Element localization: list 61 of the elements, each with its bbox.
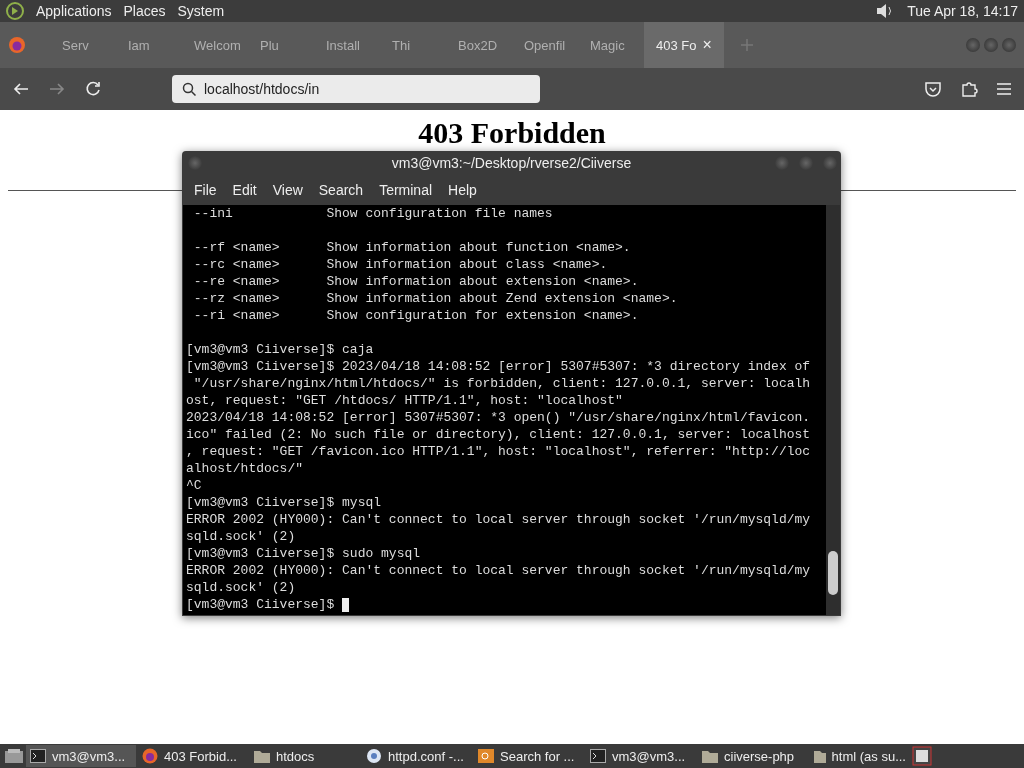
terminal-line: ERROR 2002 (HY000): Can't connect to local server through socket '/run/mysqld/my [186, 511, 811, 528]
menu-item[interactable]: Edit [224, 182, 265, 198]
terminal-line: ^C [186, 477, 202, 494]
taskbar-item[interactable]: 403 Forbid... [138, 745, 248, 767]
terminal-line: sqld.sock' (2) [186, 528, 296, 545]
terminal-line: ico" failed (2: No such file or directory), client: 127.0.0.1, server: localhost [186, 426, 811, 443]
terminal-icon [30, 749, 46, 763]
panel-menu[interactable]: Applications [36, 3, 112, 19]
terminal-line: sqld.sock' (2) [186, 579, 296, 596]
terminal-line: --rz <name> Show information about Zend extension <name>. [192, 290, 678, 307]
terminal-line: , request: "GET /favicon.ico HTTP/1.1", host: "localhost", referrer: "http://loc [186, 443, 811, 460]
prompt-text: [vm3@vm3 Ciiverse]$ [186, 596, 336, 613]
terminal-icon [590, 749, 606, 763]
terminal-line: --ri <name> Show configuration for extension <name>. [192, 307, 639, 324]
workspace-icon[interactable] [912, 746, 932, 766]
folder-icon [702, 749, 718, 763]
close-icon[interactable]: × [702, 36, 712, 54]
desktop-icon[interactable] [4, 748, 24, 764]
logo-icon[interactable] [6, 2, 24, 20]
scrollbar[interactable] [826, 205, 840, 615]
taskbar-item[interactable]: Search for ... [474, 745, 584, 767]
taskbar-item[interactable]: vm3@vm3... [586, 745, 696, 767]
terminal-line: [vm3@vm3 Ciiverse]$ mysql [186, 494, 382, 511]
url-field[interactable]: localhost/htdocs/in [172, 75, 540, 103]
terminal-line: [vm3@vm3 Ciiverse]$ caja [186, 341, 374, 358]
menu-icon[interactable] [996, 82, 1012, 96]
panel-menu[interactable]: Places [123, 3, 166, 19]
taskbar-item[interactable]: ciiverse-php [698, 745, 808, 767]
cursor [342, 597, 350, 612]
terminal-line: --rc <name> Show information about class <name>. [192, 256, 608, 273]
terminal-line: [vm3@vm3 Ciiverse]$ sudo mysql [186, 545, 421, 562]
reload-icon[interactable] [84, 80, 102, 98]
url-text: localhost/htdocs/in [204, 81, 320, 97]
menu-item[interactable]: Search [310, 182, 372, 198]
terminal-line: --rf <name> Show information about function <name>. [192, 239, 631, 256]
folder-icon [254, 749, 270, 763]
taskbar-item[interactable]: htdocs [250, 745, 360, 767]
taskbar-item[interactable]: httpd.conf -... [362, 745, 472, 767]
menu-item[interactable]: Help [440, 182, 485, 198]
window-title: vm3@vm3:~/Desktop/rverse2/Ciiverse [391, 155, 632, 171]
terminal-line: "/usr/share/nginx/html/htdocs/" is forbidden, client: 127.0.0.1, server: localh [192, 375, 811, 392]
terminal-line: ERROR 2002 (HY000): Can't connect to local server through socket '/run/mysqld/my [186, 562, 811, 579]
pocket-icon[interactable] [924, 80, 942, 98]
terminal-line: --re <name> Show information about extension <name>. [192, 273, 639, 290]
terminal-line: 2023/04/18 14:08:52 [error] 5307#5307: *3 open() "/usr/share/nginx/html/favicon. [186, 409, 811, 426]
page-heading: 403 Forbidden [418, 116, 606, 150]
terminal-line: ost, request: "GET /htdocs/ HTTP/1.1", host: "localhost" [186, 392, 623, 409]
puzzle-icon[interactable] [960, 80, 978, 98]
panel-menu[interactable]: System [177, 3, 225, 19]
folder-icon [814, 749, 826, 763]
taskbar-item[interactable]: html (as su... [810, 745, 910, 767]
terminal-line: --ini Show configuration file names [192, 205, 553, 222]
clock: Tue Apr 18, 14:17 [907, 3, 1018, 19]
taskbar-item[interactable]: vm3@vm3... [26, 745, 136, 767]
menu-item[interactable]: File [186, 182, 225, 198]
terminal-line: alhost/htdocs/" [186, 460, 304, 477]
menu-item[interactable]: Terminal [371, 182, 441, 198]
browser-tab[interactable]: 403 Fo × [644, 22, 724, 68]
terminal-line: [vm3@vm3 Ciiverse]$ 2023/04/18 14:08:52 [error] 5307#5307: *3 directory index of [186, 358, 811, 375]
menu-item[interactable]: View [264, 182, 311, 198]
globe-icon [142, 748, 158, 764]
